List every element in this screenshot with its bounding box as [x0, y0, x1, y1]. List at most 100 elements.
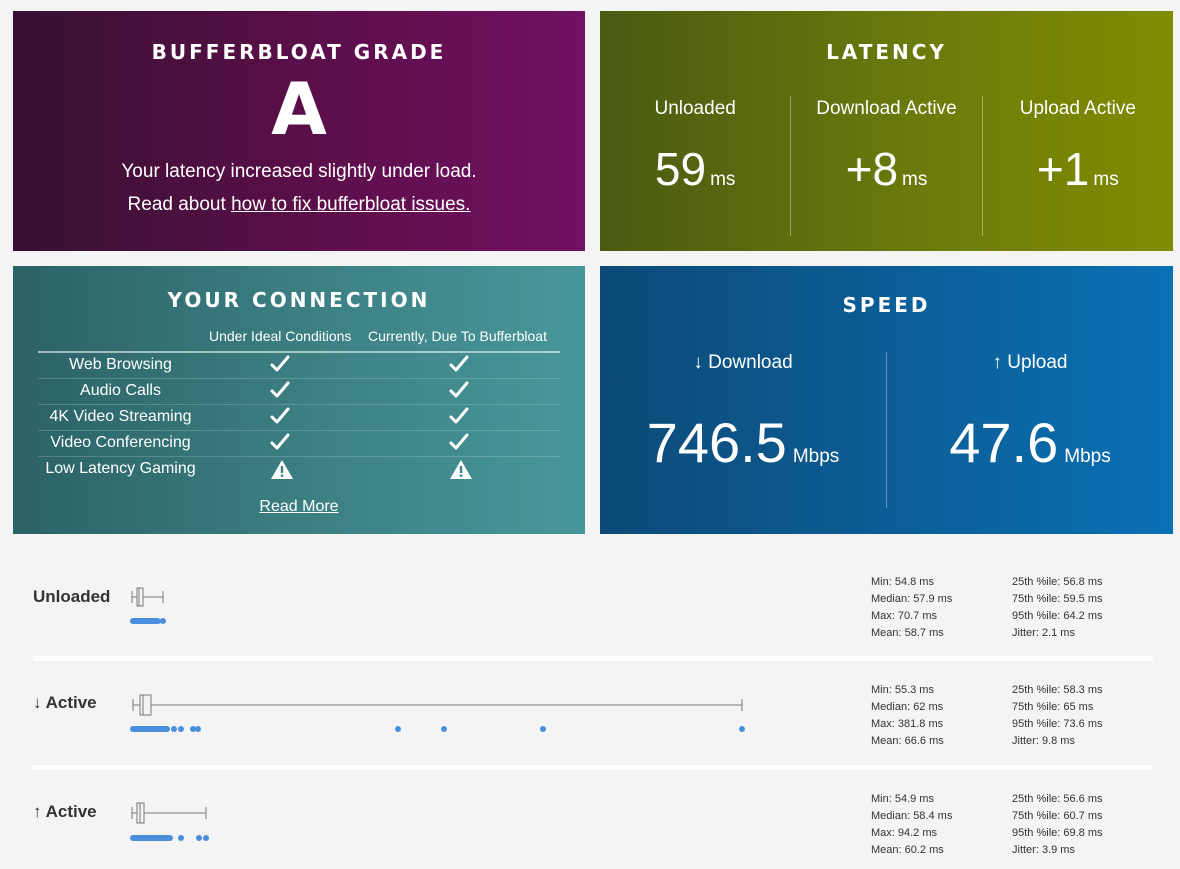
- read-more-link[interactable]: Read More: [259, 498, 338, 515]
- bufferbloat-grade-card: BUFFERBLOAT GRADE A Your latency increas…: [13, 11, 585, 251]
- latency-label: Download Active: [816, 98, 957, 119]
- upload-active-stats-right: 25th %ile: 56.6 ms 75th %ile: 60.7 ms 95…: [1012, 791, 1103, 859]
- upload-value: 47.6: [949, 411, 1059, 474]
- sample-point: [196, 835, 202, 841]
- grade-fix-line: Read about how to fix bufferbloat issues…: [13, 188, 585, 221]
- check-icon: [449, 433, 469, 456]
- latency-value: +1: [1036, 143, 1090, 195]
- stat-mean: Mean: 60.2 ms: [871, 844, 944, 856]
- check-icon: [270, 355, 290, 378]
- latency-download-active: Download Active +8 ms: [790, 96, 981, 236]
- check-icon: [270, 433, 290, 456]
- download-active-latency-row: ↓ Active Min: 55.3 ms Median: 62 ms Max:…: [33, 678, 1153, 763]
- check-icon: [449, 355, 469, 378]
- stat-p75: 75th %ile: 59.5 ms: [1012, 593, 1103, 605]
- download-label: ↓ Download: [693, 352, 793, 373]
- stat-min: Min: 54.9 ms: [871, 793, 934, 805]
- connection-row: Low Latency Gaming: [38, 457, 560, 482]
- sample-cluster: [130, 835, 173, 841]
- speed-title: SPEED: [842, 293, 931, 317]
- sample-cluster: [130, 726, 170, 732]
- latency-title: LATENCY: [826, 40, 947, 64]
- stat-max: Max: 94.2 ms: [871, 827, 938, 839]
- speed-card: SPEED ↓ Download 746.5 Mbps ↑ Upload 47.6…: [600, 266, 1173, 534]
- iqr-box: [136, 587, 144, 607]
- stat-min: Min: 55.3 ms: [871, 684, 934, 696]
- latency-unit: ms: [710, 169, 736, 190]
- download-active-latency-plot: [130, 694, 745, 732]
- upload-active-latency-plot: [130, 802, 209, 841]
- grade-fix-prefix: Read about: [127, 194, 232, 215]
- download-speed: ↓ Download 746.5 Mbps: [600, 352, 886, 508]
- activity-name: 4K Video Streaming: [49, 408, 192, 425]
- row-divider: [33, 656, 1153, 661]
- latency-value: 59: [654, 143, 707, 195]
- stat-jitter: Jitter: 9.8 ms: [1012, 735, 1075, 747]
- download-active-stats-right: 25th %ile: 58.3 ms 75th %ile: 65 ms 95th…: [1012, 682, 1103, 750]
- activity-name: Video Conferencing: [50, 434, 191, 451]
- activity-name: Audio Calls: [80, 382, 161, 399]
- upload-active-stats-left: Min: 54.9 ms Median: 58.4 ms Max: 94.2 m…: [871, 791, 952, 859]
- stat-mean: Mean: 66.6 ms: [871, 735, 944, 747]
- sample-point: [395, 726, 401, 732]
- stat-median: Median: 58.4 ms: [871, 810, 953, 822]
- sample-point: [160, 618, 166, 624]
- stat-max: Max: 70.7 ms: [871, 610, 938, 622]
- latency-card: LATENCY Unloaded 59 ms Download Active +8…: [600, 11, 1173, 251]
- unloaded-latency-plot: [130, 587, 166, 624]
- latency-columns: Unloaded 59 ms Download Active +8 ms Uploa…: [600, 96, 1173, 236]
- stat-mean: Mean: 58.7 ms: [871, 627, 944, 639]
- ideal-conditions-header: Under Ideal Conditions: [209, 328, 352, 344]
- connection-row: Video Conferencing: [38, 431, 560, 457]
- stat-p95: 95th %ile: 69.8 ms: [1012, 827, 1103, 839]
- upload-label: ↑ Upload: [992, 352, 1068, 373]
- sample-point: [540, 726, 546, 732]
- upload-speed: ↑ Upload 47.6 Mbps: [886, 352, 1173, 508]
- stat-p95: 95th %ile: 73.6 ms: [1012, 718, 1103, 730]
- activity-name: Low Latency Gaming: [45, 460, 196, 477]
- latency-value: +8: [845, 143, 899, 195]
- stat-jitter: Jitter: 2.1 ms: [1012, 627, 1075, 639]
- iqr-box: [139, 694, 152, 716]
- sample-point: [178, 726, 184, 732]
- unloaded-latency-row: Unloaded Min: 54.8 ms Median: 57.9 ms Ma…: [33, 570, 1153, 650]
- latency-label: Unloaded: [654, 98, 736, 119]
- warning-icon: [270, 459, 293, 485]
- grade-description: Your latency increased slightly under lo…: [121, 161, 477, 182]
- sample-point: [739, 726, 745, 732]
- sample-point: [171, 726, 177, 732]
- sample-cluster: [130, 618, 161, 624]
- stat-p95: 95th %ile: 64.2 ms: [1012, 610, 1103, 622]
- latency-unloaded: Unloaded 59 ms: [600, 96, 790, 236]
- connection-row: 4K Video Streaming: [38, 405, 560, 431]
- latency-unit: ms: [1093, 169, 1119, 190]
- grade-letter: A: [271, 67, 327, 151]
- stat-jitter: Jitter: 3.9 ms: [1012, 844, 1075, 856]
- connection-row: Web Browsing: [38, 353, 560, 379]
- sample-point: [441, 726, 447, 732]
- stat-p25: 25th %ile: 56.6 ms: [1012, 793, 1103, 805]
- latency-upload-active: Upload Active +1 ms: [981, 96, 1173, 236]
- connection-row: Audio Calls: [38, 379, 560, 405]
- grade-title: BUFFERBLOAT GRADE: [151, 40, 447, 64]
- read-more-container: Read More: [13, 498, 585, 516]
- latency-unit: ms: [902, 169, 928, 190]
- upload-active-latency-row: ↑ Active Min: 54.9 ms Median: 58.4 ms Ma…: [33, 787, 1153, 867]
- sample-point: [178, 835, 184, 841]
- stat-min: Min: 54.8 ms: [871, 576, 934, 588]
- stat-p75: 75th %ile: 65 ms: [1012, 701, 1094, 713]
- stat-p75: 75th %ile: 60.7 ms: [1012, 810, 1103, 822]
- connection-title: YOUR CONNECTION: [167, 288, 431, 312]
- connection-table: Web Browsing Audio Calls 4K Video Streamin…: [38, 351, 560, 482]
- stat-p25: 25th %ile: 56.8 ms: [1012, 576, 1103, 588]
- current-conditions-header: Currently, Due To Bufferbloat: [368, 328, 547, 344]
- speed-columns: ↓ Download 746.5 Mbps ↑ Upload 47.6 Mbps: [600, 352, 1173, 508]
- unloaded-stats-left: Min: 54.8 ms Median: 57.9 ms Max: 70.7 m…: [871, 574, 952, 642]
- upload-unit: Mbps: [1064, 446, 1111, 467]
- check-icon: [449, 407, 469, 430]
- fix-bufferbloat-link[interactable]: how to fix bufferbloat issues.: [231, 194, 470, 215]
- stat-median: Median: 57.9 ms: [871, 593, 953, 605]
- check-icon: [270, 381, 290, 404]
- unloaded-stats-right: 25th %ile: 56.8 ms 75th %ile: 59.5 ms 95…: [1012, 574, 1103, 642]
- activity-name: Web Browsing: [69, 356, 172, 373]
